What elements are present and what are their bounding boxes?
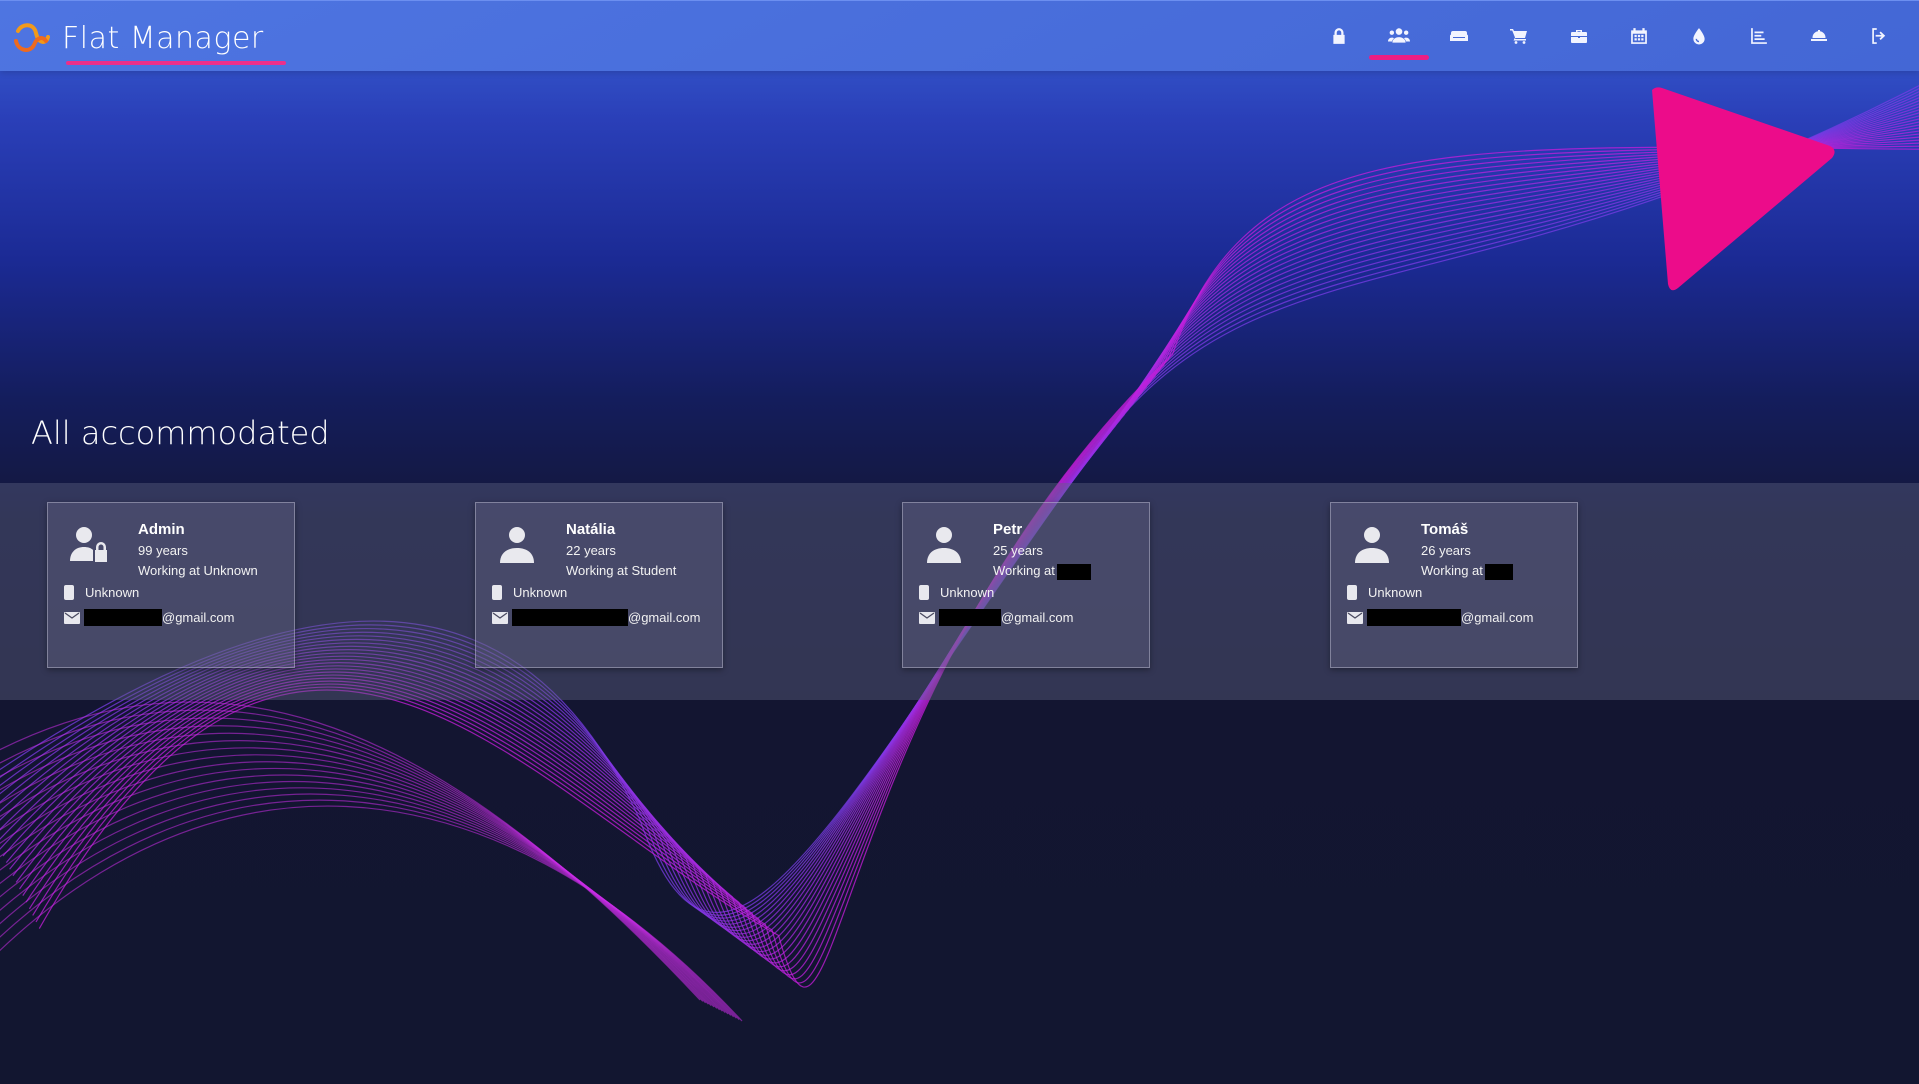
resident-card[interactable]: Tomáš 26 years Working at Unknown @gmail… — [1330, 502, 1578, 668]
wave-line — [0, 725, 709, 1005]
brand-underline — [66, 61, 286, 65]
nav-stats[interactable] — [1729, 1, 1789, 71]
nav-water[interactable] — [1669, 1, 1729, 71]
wave-line — [0, 781, 732, 1016]
couch-icon — [1450, 31, 1468, 41]
resident-card[interactable]: Natália 22 years Working at Student Unkn… — [475, 502, 723, 668]
resident-age: 99 years — [138, 543, 188, 558]
resident-phone-value: Unknown — [85, 585, 140, 600]
user-icon — [1353, 525, 1391, 565]
resident-work: Working at — [1421, 563, 1483, 578]
resident-card[interactable]: Admin 99 years Working at Unknown Unknow… — [47, 502, 295, 668]
page-title: All accommodated — [31, 414, 330, 452]
phone-icon — [492, 585, 502, 600]
mail-icon — [919, 611, 935, 624]
redacted-block — [1367, 609, 1461, 626]
resident-email-domain: @gmail.com — [1461, 610, 1534, 625]
redacted-block — [1056, 563, 1091, 580]
residents-list: Admin 99 years Working at Unknown Unknow… — [0, 502, 1919, 672]
cart-icon — [1510, 29, 1527, 44]
resident-age: 22 years — [566, 543, 616, 558]
phone-icon — [64, 585, 74, 600]
redacted-block — [84, 609, 162, 626]
nav-lock[interactable] — [1309, 1, 1369, 71]
app-logo-icon — [14, 23, 50, 52]
wave-line — [0, 740, 715, 1008]
decorative-triangle — [1652, 87, 1835, 291]
briefcase-icon — [1571, 30, 1587, 43]
wave-line — [0, 754, 721, 1011]
resident-phone: Unknown — [1347, 585, 1422, 600]
resident-email-domain: @gmail.com — [628, 610, 701, 625]
resident-name: Admin — [138, 521, 185, 538]
redacted-block — [939, 609, 1001, 626]
resident-email-domain: @gmail.com — [162, 610, 235, 625]
app-title: Flat Manager — [62, 20, 264, 56]
redacted-block — [512, 609, 628, 626]
resident-email-domain: @gmail.com — [1001, 610, 1074, 625]
resident-email: @gmail.com — [919, 609, 1073, 626]
resident-phone: Unknown — [919, 585, 994, 600]
resident-name: Natália — [566, 521, 616, 538]
calendar-icon — [1631, 28, 1647, 44]
wave-line — [0, 787, 735, 1018]
lock-icon — [1333, 28, 1345, 44]
chart-icon — [1751, 28, 1767, 44]
phone-icon — [1347, 585, 1357, 600]
wave-line — [0, 774, 729, 1015]
nav-work[interactable] — [1549, 1, 1609, 71]
logout-icon — [1872, 28, 1886, 44]
nav-calendar[interactable] — [1609, 1, 1669, 71]
mail-icon — [492, 611, 508, 624]
resident-name: Tomáš — [1421, 521, 1469, 538]
resident-work-row: Working at — [1421, 563, 1513, 580]
nav-accommodated[interactable] — [1369, 1, 1429, 71]
mail-icon — [1347, 611, 1363, 624]
nav-services[interactable] — [1789, 1, 1849, 71]
resident-work-row: Working at — [993, 563, 1091, 580]
phone-icon — [919, 585, 929, 600]
user-icon — [925, 525, 963, 565]
user-lock-icon — [70, 525, 108, 565]
nav-logout[interactable] — [1849, 1, 1909, 71]
wave-line — [0, 805, 743, 1022]
resident-card[interactable]: Petr 25 years Working at Unknown @gmail.… — [902, 502, 1150, 668]
nav-furniture[interactable] — [1429, 1, 1489, 71]
wave-line — [0, 767, 726, 1014]
mail-icon — [64, 611, 80, 624]
resident-work: Working at Student — [566, 563, 677, 578]
resident-phone: Unknown — [492, 585, 567, 600]
resident-name: Petr — [993, 521, 1023, 538]
resident-age: 26 years — [1421, 543, 1471, 558]
brand[interactable]: Flat Manager — [12, 15, 264, 61]
top-navbar: Flat Manager — [0, 0, 1919, 71]
main-nav — [1309, 1, 1909, 71]
resident-phone-value: Unknown — [1368, 585, 1423, 600]
wave-line — [0, 761, 723, 1012]
redacted-block — [1484, 563, 1513, 580]
resident-email: @gmail.com — [1347, 609, 1533, 626]
resident-work: Working at — [993, 563, 1055, 578]
resident-phone-value: Unknown — [940, 585, 995, 600]
wave-line — [0, 799, 740, 1021]
resident-work: Working at Unknown — [138, 563, 258, 578]
users-icon — [1388, 28, 1410, 43]
resident-email: @gmail.com — [64, 609, 234, 626]
user-icon — [498, 525, 536, 565]
resident-phone: Unknown — [64, 585, 139, 600]
drop-icon — [1693, 28, 1705, 45]
resident-age: 25 years — [993, 543, 1043, 558]
nav-shopping[interactable] — [1489, 1, 1549, 71]
bell-icon — [1811, 30, 1827, 41]
resident-email: @gmail.com — [492, 609, 700, 626]
resident-phone-value: Unknown — [513, 585, 568, 600]
wave-line — [0, 793, 737, 1019]
